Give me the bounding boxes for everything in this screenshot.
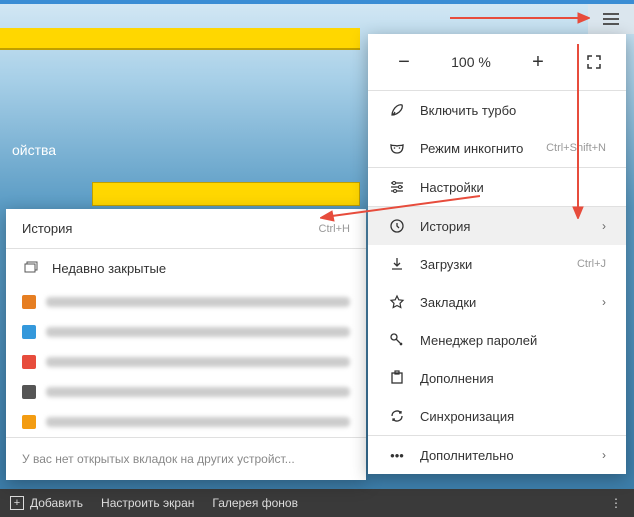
history-panel: История Ctrl+H Недавно закрытые У вас не… (6, 209, 366, 480)
dots-icon: ••• (388, 446, 406, 464)
zoom-row: − 100 % + (368, 34, 626, 90)
download-icon (388, 255, 406, 273)
tabs-icon (22, 259, 40, 277)
chevron-right-icon: › (602, 448, 606, 462)
menu-sync[interactable]: Синхронизация (368, 397, 626, 435)
rocket-icon (388, 101, 406, 119)
plus-icon: + (10, 496, 24, 510)
star-icon (388, 293, 406, 311)
clock-icon (388, 217, 406, 235)
recently-closed-section[interactable]: Недавно закрытые (6, 249, 366, 287)
menu-passwords[interactable]: Менеджер паролей (368, 321, 626, 359)
history-shortcut: Ctrl+H (319, 223, 350, 235)
hamburger-icon (603, 13, 619, 25)
yellow-widget (92, 182, 360, 206)
history-entry[interactable] (6, 377, 366, 407)
fullscreen-icon (587, 55, 601, 69)
menu-shortcut: Ctrl+Shift+N (546, 142, 606, 154)
menu-incognito[interactable]: Режим инкогнито Ctrl+Shift+N (368, 129, 626, 167)
menu-label: История (420, 219, 594, 234)
history-header[interactable]: История Ctrl+H (6, 209, 366, 249)
menu-turbo[interactable]: Включить турбо (368, 91, 626, 129)
menu-shortcut: Ctrl+J (577, 258, 606, 270)
history-entry[interactable] (6, 317, 366, 347)
history-footer-text: У вас нет открытых вкладок на других уст… (6, 437, 366, 480)
menu-downloads[interactable]: Загрузки Ctrl+J (368, 245, 626, 283)
chevron-right-icon: › (602, 219, 606, 233)
menu-bookmarks[interactable]: Закладки › (368, 283, 626, 321)
menu-settings[interactable]: Настройки (368, 168, 626, 206)
sync-icon (388, 407, 406, 425)
bottom-screen[interactable]: Настроить экран (101, 496, 194, 510)
history-entry[interactable] (6, 407, 366, 437)
bottom-bar: + Добавить Настроить экран Галерея фонов… (0, 489, 634, 517)
background-text: ойства (12, 142, 56, 158)
bottom-add-label: Добавить (30, 496, 83, 510)
menu-label: Закладки (420, 295, 594, 310)
addons-icon (388, 369, 406, 387)
menu-label: Настройки (420, 180, 606, 195)
mask-icon (388, 139, 406, 157)
bottom-backgrounds-label: Галерея фонов (212, 496, 298, 510)
hamburger-button[interactable] (588, 4, 634, 34)
menu-history[interactable]: История › (368, 207, 626, 245)
history-entry[interactable] (6, 347, 366, 377)
sliders-icon (388, 178, 406, 196)
zoom-out-button[interactable]: − (388, 50, 420, 74)
history-title: История (22, 221, 319, 236)
menu-more[interactable]: ••• Дополнительно › (368, 436, 626, 474)
bottom-backgrounds[interactable]: Галерея фонов (212, 496, 298, 510)
annotation-arrow (450, 10, 590, 26)
key-icon (388, 331, 406, 349)
history-entry[interactable] (6, 287, 366, 317)
zoom-in-button[interactable]: + (522, 50, 554, 74)
top-yellow-bar (0, 28, 360, 50)
zoom-value: 100 % (428, 54, 514, 70)
menu-addons[interactable]: Дополнения (368, 359, 626, 397)
main-menu: − 100 % + Включить турбо Режим инкогнито… (368, 34, 626, 474)
fullscreen-button[interactable] (582, 50, 606, 74)
chevron-right-icon: › (602, 295, 606, 309)
bottom-screen-label: Настроить экран (101, 496, 194, 510)
bottom-add[interactable]: + Добавить (10, 496, 83, 510)
menu-label: Синхронизация (420, 409, 606, 424)
menu-label: Менеджер паролей (420, 333, 606, 348)
menu-label: Режим инкогнито (420, 141, 546, 156)
menu-label: Дополнительно (420, 448, 594, 463)
recently-closed-label: Недавно закрытые (52, 261, 166, 276)
menu-label: Загрузки (420, 257, 577, 272)
menu-label: Включить турбо (420, 103, 606, 118)
menu-label: Дополнения (420, 371, 606, 386)
bottom-more[interactable]: ⋮ (610, 496, 624, 510)
